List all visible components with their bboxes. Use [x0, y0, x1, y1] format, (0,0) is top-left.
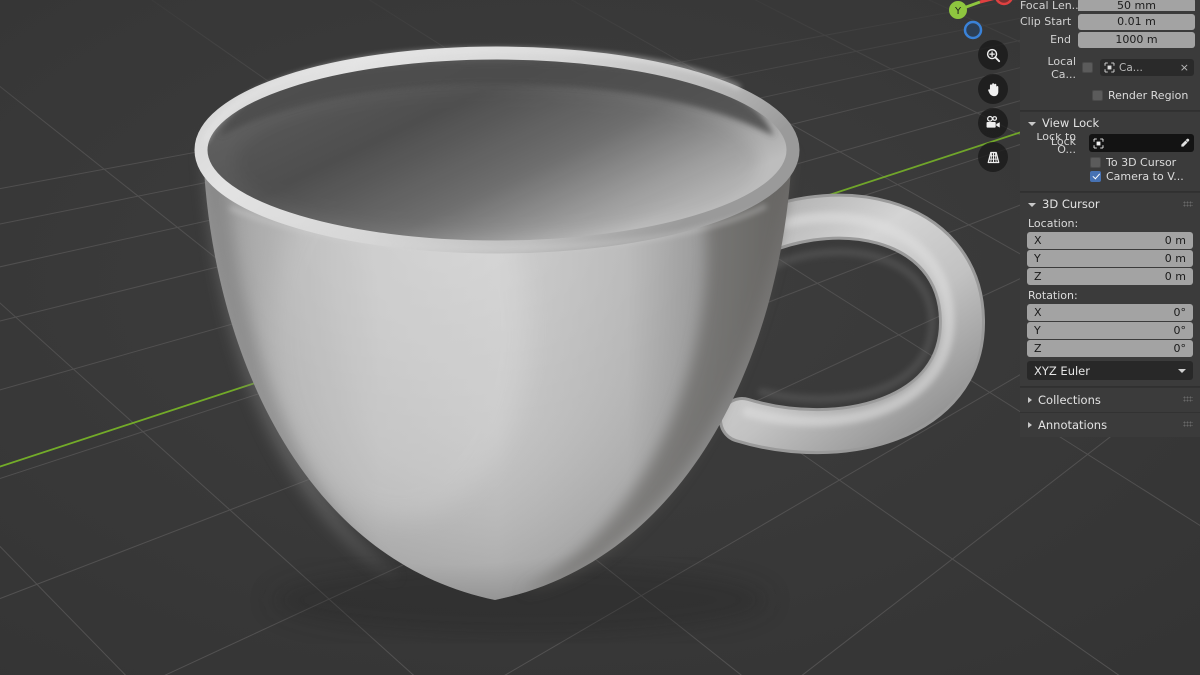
axis-z-ball	[963, 20, 983, 40]
cursor-rotation-y-row[interactable]: Y 0°	[1027, 322, 1193, 339]
cursor-location-z-axis: Z	[1034, 270, 1042, 283]
camera-icon	[986, 115, 1000, 128]
cursor-rotation-z-axis: Z	[1034, 342, 1042, 355]
local-camera-object-name: Ca...	[1119, 61, 1143, 74]
cursor-rotation-z-value: 0°	[1173, 342, 1187, 355]
lock-to-object-field[interactable]	[1089, 134, 1194, 152]
pan-button[interactable]	[978, 74, 1008, 104]
panel-grip-icon	[1183, 396, 1193, 402]
view-sidebar-panel: Focal Len... 50 mm Clip Start 0.01 m End…	[1020, 0, 1200, 437]
zoom-button[interactable]	[978, 40, 1008, 70]
perspective-grid-icon	[987, 151, 999, 163]
cursor-location-z-value: 0 m	[1164, 270, 1186, 283]
blender-window: Y Focal Len... 50 mm Clip Start 0.01 m E…	[0, 0, 1200, 675]
rotation-label: Rotation:	[1028, 289, 1078, 302]
3d-cursor-panel: 3D Cursor Location: X 0 m Y 0 m Z 0 m Ro…	[1020, 192, 1200, 387]
render-region-row: Render Region	[1020, 86, 1200, 104]
cursor-location-z-row[interactable]: Z 0 m	[1027, 268, 1193, 285]
local-camera-label: Local Ca...	[1047, 54, 1076, 81]
chevron-right-icon	[1028, 397, 1032, 403]
viewport-nav-gizmos	[978, 40, 1008, 172]
cursor-location-x-value: 0 m	[1164, 234, 1186, 247]
panel-grip-icon	[1183, 201, 1193, 207]
cursor-location-y-row[interactable]: Y 0 m	[1027, 250, 1193, 267]
cursor-location-x-row[interactable]: X 0 m	[1027, 232, 1193, 249]
cursor-location-y-value: 0 m	[1164, 252, 1186, 265]
cursor-location-x-axis: X	[1034, 234, 1042, 247]
eyedropper-icon[interactable]	[1179, 138, 1190, 149]
axis-y-label: Y	[954, 6, 962, 17]
clip-end-label: End	[1050, 33, 1071, 46]
clip-start-row[interactable]: Clip Start 0.01 m	[1020, 13, 1200, 30]
view-panel: Focal Len... 50 mm Clip Start 0.01 m End…	[1020, 0, 1200, 111]
collections-panel-header[interactable]: Collections	[1020, 387, 1200, 412]
object-data-icon	[1093, 138, 1104, 148]
clip-start-field[interactable]: 0.01 m	[1078, 13, 1195, 30]
camera-to-view-label: Camera to V...	[1106, 169, 1184, 183]
local-camera-object-field[interactable]: Ca... ×	[1100, 59, 1194, 76]
focal-length-label: Focal Len...	[1020, 0, 1078, 11]
focal-length-row[interactable]: Focal Len... 50 mm	[1020, 0, 1200, 11]
cursor-location-y-axis: Y	[1034, 252, 1041, 265]
rotation-mode-value: XYZ Euler	[1034, 363, 1090, 378]
cursor-rotation-x-row[interactable]: X 0°	[1027, 304, 1193, 321]
object-data-icon	[1104, 62, 1115, 73]
perspective-toggle-button[interactable]	[978, 142, 1008, 172]
collections-title: Collections	[1038, 393, 1101, 407]
clip-end-row[interactable]: End 1000 m	[1020, 31, 1200, 48]
lock-label: Lock	[1050, 135, 1076, 148]
axis-x-ball	[995, 0, 1013, 6]
cursor-rotation-x-axis: X	[1034, 306, 1042, 319]
local-camera-row: Local Ca... Ca... ×	[1020, 55, 1200, 81]
cursor-rotation-y-axis: Y	[1034, 324, 1041, 337]
view-lock-panel: View Lock Lock to O... To 3D Cursor Lock…	[1020, 111, 1200, 192]
panel-grip-icon	[1183, 421, 1193, 427]
chevron-down-icon	[1028, 202, 1036, 207]
annotations-panel-header[interactable]: Annotations	[1020, 412, 1200, 437]
3d-cursor-header[interactable]: 3D Cursor	[1020, 192, 1200, 214]
location-label: Location:	[1028, 217, 1079, 230]
view-lock-title: View Lock	[1042, 115, 1100, 130]
cursor-rotation-y-value: 0°	[1173, 324, 1187, 337]
render-region-checkbox[interactable]	[1092, 89, 1103, 101]
focal-length-field[interactable]: 50 mm	[1078, 0, 1195, 11]
lock-to-3d-cursor-label: To 3D Cursor	[1106, 155, 1177, 169]
3d-cursor-title: 3D Cursor	[1042, 196, 1100, 211]
chevron-right-icon	[1028, 422, 1032, 428]
cursor-rotation-z-row[interactable]: Z 0°	[1027, 340, 1193, 357]
lock-to-3d-cursor-checkbox[interactable]	[1090, 156, 1101, 168]
camera-view-button[interactable]	[978, 108, 1008, 138]
chevron-down-icon	[1028, 121, 1036, 126]
camera-to-view-row: Camera to V...	[1020, 167, 1200, 185]
cursor-rotation-x-value: 0°	[1173, 306, 1187, 319]
clip-end-field[interactable]: 1000 m	[1078, 31, 1195, 48]
hand-icon	[987, 82, 998, 96]
camera-to-view-checkbox[interactable]	[1090, 170, 1101, 182]
zoom-icon	[986, 48, 1000, 62]
annotations-title: Annotations	[1038, 418, 1108, 432]
rotation-mode-dropdown[interactable]: XYZ Euler	[1027, 361, 1193, 380]
render-region-label: Render Region	[1108, 88, 1189, 102]
view-lock-header[interactable]: View Lock	[1020, 111, 1200, 133]
local-camera-clear-button[interactable]: ×	[1179, 61, 1190, 74]
clip-start-label: Clip Start	[1020, 15, 1072, 28]
local-camera-checkbox[interactable]	[1082, 62, 1093, 73]
chevron-down-icon	[1178, 368, 1186, 373]
